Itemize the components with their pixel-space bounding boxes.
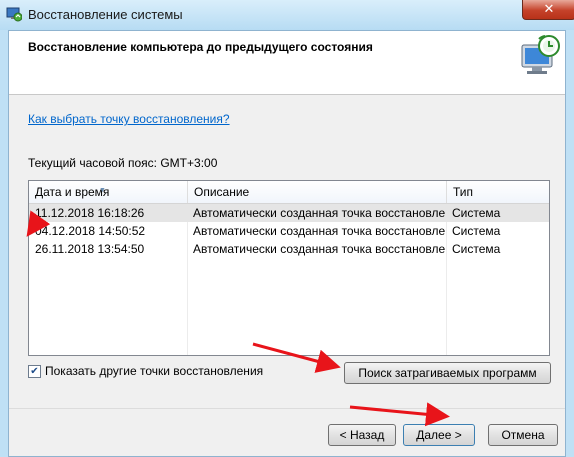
scan-affected-programs-button[interactable]: Поиск затрагиваемых программ <box>344 362 551 384</box>
timezone-label: Текущий часовой пояс: GMT+3:00 <box>28 156 218 170</box>
title-bar[interactable]: Восстановление системы ✕ <box>0 0 574 30</box>
close-icon: ✕ <box>543 1 555 16</box>
restore-points-table[interactable]: Дата и время ▼ Описание Тип 11.12.2018 1… <box>28 180 550 356</box>
system-restore-icon <box>6 7 22 22</box>
window-title: Восстановление системы <box>28 7 183 22</box>
cell-date: 04.12.2018 14:50:52 <box>35 224 146 238</box>
system-restore-window: Восстановление системы ✕ Восстановление … <box>0 0 574 457</box>
header-panel: Восстановление компьютера до предыдущего… <box>9 31 565 94</box>
help-link[interactable]: Как выбрать точку восстановления? <box>28 112 230 126</box>
column-header-type[interactable]: Тип <box>446 181 549 203</box>
cell-description: Автоматически созданная точка восстановл… <box>193 242 446 256</box>
table-header: Дата и время ▼ Описание Тип <box>29 181 549 204</box>
show-more-points-checkbox[interactable]: ✔ <box>28 365 41 378</box>
table-row[interactable]: 11.12.2018 16:18:26 Автоматически создан… <box>29 204 549 222</box>
cell-description: Автоматически созданная точка восстановл… <box>193 224 446 238</box>
cell-type: Система <box>452 206 501 220</box>
close-button[interactable]: ✕ <box>522 0 574 20</box>
footer-divider <box>9 408 565 409</box>
dialog-content: Восстановление компьютера до предыдущего… <box>8 30 566 457</box>
cell-date: 26.11.2018 13:54:50 <box>35 242 145 256</box>
cell-type: Система <box>452 242 501 256</box>
table-row[interactable]: 04.12.2018 14:50:52 Автоматически создан… <box>29 222 549 240</box>
cell-description: Автоматически созданная точка восстановл… <box>193 206 446 220</box>
back-button[interactable]: < Назад <box>328 424 396 446</box>
column-header-description[interactable]: Описание <box>187 181 446 203</box>
table-row[interactable]: 26.11.2018 13:54:50 Автоматически создан… <box>29 240 549 258</box>
cancel-button[interactable]: Отмена <box>488 424 558 446</box>
cell-date: 11.12.2018 16:18:26 <box>35 206 145 220</box>
table-body: 11.12.2018 16:18:26 Автоматически создан… <box>29 204 549 258</box>
next-button[interactable]: Далее > <box>403 424 475 446</box>
sort-arrow-icon: ▼ <box>99 187 106 194</box>
page-title: Восстановление компьютера до предыдущего… <box>28 40 373 54</box>
header-divider <box>9 94 565 95</box>
system-restore-monitor-icon <box>521 35 560 74</box>
cell-type: Система <box>452 224 501 238</box>
show-more-points-label[interactable]: Показать другие точки восстановления <box>45 364 263 378</box>
column-header-date[interactable]: Дата и время ▼ <box>29 181 187 203</box>
